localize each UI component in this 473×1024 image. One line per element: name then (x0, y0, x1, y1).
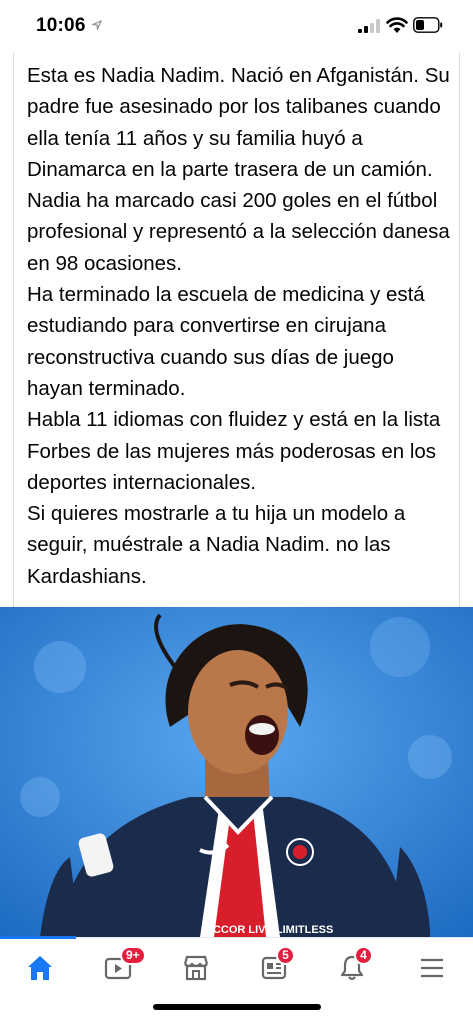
bottom-tab-bar: 9+ 5 4 (0, 936, 473, 1024)
tab-home[interactable] (10, 946, 70, 990)
post-paragraph: Si quieres mostrarle a tu hija un modelo… (27, 502, 406, 588)
post-text: Esta es Nadia Nadim. Nació en Afganistán… (27, 60, 455, 592)
post-paragraph: Habla 11 idiomas con fluidez y está en l… (27, 408, 441, 494)
active-tab-indicator (0, 936, 76, 939)
hamburger-menu-icon (421, 958, 443, 978)
watch-badge: 9+ (120, 946, 146, 965)
post-paragraph: Esta es Nadia Nadim. Nació en Afganistán… (27, 64, 450, 181)
home-indicator[interactable] (153, 1004, 321, 1010)
footballer-photo: ACCOR LIVE LIMITLESS (0, 607, 473, 937)
location-arrow-icon (92, 20, 102, 30)
tab-watch[interactable]: 9+ (88, 946, 148, 990)
signal-icon (358, 19, 380, 33)
news-badge: 5 (276, 946, 295, 965)
notifications-badge: 4 (354, 946, 373, 965)
post-card: Esta es Nadia Nadim. Nació en Afganistán… (13, 52, 460, 608)
battery-icon (413, 17, 443, 33)
home-icon (28, 956, 52, 980)
post-paragraph: Nadia ha marcado casi 200 goles en el fú… (27, 189, 450, 275)
status-time: 10:06 (36, 15, 86, 36)
post-photo[interactable]: ACCOR LIVE LIMITLESS (0, 607, 473, 937)
status-bar: 10:06 (0, 0, 473, 52)
marketplace-icon (183, 955, 209, 981)
post-paragraph: Ha terminado la escuela de medicina y es… (27, 283, 425, 400)
tab-notifications[interactable]: 4 (322, 946, 382, 990)
wifi-icon (386, 17, 408, 33)
tab-marketplace[interactable] (166, 946, 226, 990)
jersey-sponsor-text: ACCOR LIVE LIMITLESS (205, 924, 333, 936)
tab-news[interactable]: 5 (244, 946, 304, 990)
tab-menu[interactable] (402, 946, 462, 990)
